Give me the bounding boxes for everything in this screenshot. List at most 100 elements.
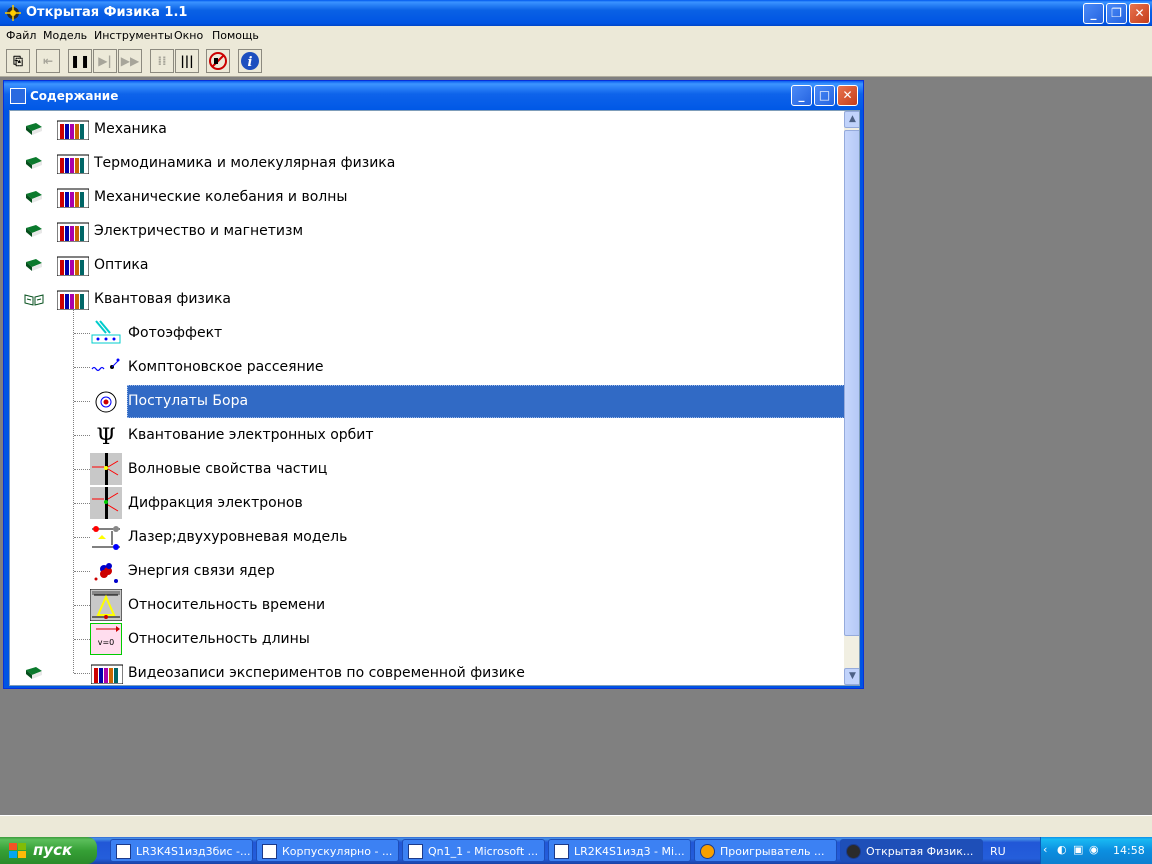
tree-item-quantum[interactable]: Квантовая физика — [10, 282, 844, 316]
app-title: Открытая Физика 1.1 — [26, 5, 188, 20]
tray-expand-icon[interactable]: ‹ — [1043, 843, 1047, 856]
tree-item-label: Относительность длины — [128, 631, 310, 647]
closed-book-icon — [26, 191, 42, 203]
minimize-button[interactable]: _ — [1083, 3, 1104, 24]
menu-tools[interactable]: Инструменты — [94, 29, 173, 42]
info-tool-button[interactable]: i — [238, 49, 262, 73]
door-icon: ⎘ — [13, 54, 23, 68]
app-titlebar[interactable]: Открытая Физика 1.1 _ ❐ ✕ — [0, 0, 1152, 26]
tool-button-6[interactable]: ⁞⁞ — [150, 49, 174, 73]
tree-item-label: Лазер;двухуровневая модель — [128, 529, 348, 545]
closed-book-icon — [26, 667, 42, 679]
tree-item-label: Электричество и магнетизм — [94, 223, 304, 239]
tree-line — [74, 639, 90, 640]
tree-item-label: Постулаты Бора — [128, 393, 249, 409]
tree-item-label: Термодинамика и молекулярная физика — [94, 155, 396, 171]
taskbar: пуск LR3K4S1изд3бис -... Корпускулярно -… — [0, 837, 1152, 864]
taskbar-item-label: Открытая Физик... — [866, 845, 974, 858]
step-back-tool-button[interactable]: ⇤ — [36, 49, 60, 73]
minimize-icon: _ — [1090, 6, 1097, 20]
scroll-thumb[interactable] — [844, 130, 859, 636]
tree-item-label: Оптика — [94, 257, 149, 273]
tree-subitem-photoeffect[interactable]: Фотоэффект — [10, 316, 844, 350]
restore-button[interactable]: ❐ — [1106, 3, 1127, 24]
contents-maximize-button[interactable]: □ — [814, 85, 835, 106]
scroll-up-button[interactable]: ▲ — [844, 111, 859, 128]
close-icon: ✕ — [1134, 6, 1145, 20]
tray-app-icon[interactable]: ◉ — [1089, 843, 1099, 856]
vertical-scrollbar[interactable]: ▲ ▼ — [844, 111, 859, 685]
tray-network-icon[interactable]: ▣ — [1073, 843, 1083, 856]
tree-subitem-compton[interactable]: Комптоновское рассеяние — [10, 350, 844, 384]
taskbar-item-1[interactable]: LR3K4S1изд3бис -... — [110, 839, 253, 862]
tree-item-optics[interactable]: Оптика — [10, 248, 844, 282]
close-button[interactable]: ✕ — [1129, 3, 1150, 24]
closed-book-icon — [26, 259, 42, 271]
bookshelf-icon — [57, 290, 89, 310]
bookshelf-icon — [91, 664, 123, 684]
menu-window[interactable]: Окно — [174, 29, 203, 42]
tray-volume-icon[interactable]: ◐ — [1057, 843, 1067, 856]
taskbar-item-3[interactable]: Qn1_1 - Microsoft ... — [402, 839, 545, 862]
svg-text:i: i — [248, 55, 253, 70]
menu-file[interactable]: Файл — [6, 29, 36, 42]
tree-subitem-length-relativity[interactable]: v=0 Относительность длины — [10, 622, 844, 656]
language-indicator[interactable]: RU — [990, 845, 1006, 858]
word-doc-icon — [554, 844, 569, 859]
taskbar-item-5[interactable]: Проигрыватель ... — [694, 839, 837, 862]
contents-title: Содержание — [30, 89, 119, 103]
tree-subitem-wave-properties[interactable]: Волновые свойства частиц — [10, 452, 844, 486]
tree-line — [74, 469, 90, 470]
contents-minimize-button[interactable]: _ — [791, 85, 812, 106]
tree-line — [74, 605, 90, 606]
tree-item-videos[interactable]: Видеозаписи экспериментов по современной… — [10, 656, 844, 685]
scroll-down-button[interactable]: ▼ — [844, 668, 859, 685]
taskbar-item-label: Проигрыватель ... — [720, 845, 825, 858]
tree-subitem-time-relativity[interactable]: Относительность времени — [10, 588, 844, 622]
step-forward-icon: ▶| — [98, 54, 112, 68]
tree-line — [74, 333, 90, 334]
tool-button-7[interactable]: ||| — [175, 49, 199, 73]
contents-window-icon — [10, 88, 26, 104]
exit-tool-button[interactable]: ⎘ — [6, 49, 30, 73]
tree-line — [74, 673, 90, 674]
tree-item-thermodynamics[interactable]: Термодинамика и молекулярная физика — [10, 146, 844, 180]
sound-off-tool-button[interactable] — [206, 49, 230, 73]
contents-window: Содержание _ □ ✕ Механика Термодинамика … — [3, 80, 864, 689]
step-forward-tool-button[interactable]: ▶| — [93, 49, 117, 73]
tree-item-label: Энергия связи ядер — [128, 563, 275, 579]
tree-subitem-laser[interactable]: Лазер;двухуровневая модель — [10, 520, 844, 554]
tree-subitem-binding-energy[interactable]: Энергия связи ядер — [10, 554, 844, 588]
tree-item-label: Фотоэффект — [128, 325, 223, 341]
contents-titlebar[interactable]: Содержание _ □ ✕ — [4, 81, 863, 110]
fast-forward-icon: ▶▶ — [120, 54, 140, 68]
taskbar-item-4[interactable]: LR2K4S1изд3 - Mi... — [548, 839, 691, 862]
svg-text:v=0: v=0 — [98, 638, 115, 647]
menu-help[interactable]: Помощь — [212, 29, 259, 42]
menu-model[interactable]: Модель — [43, 29, 87, 42]
minimize-icon: _ — [798, 88, 805, 102]
time-relativity-icon — [90, 589, 122, 621]
pause-tool-button[interactable]: ❚❚ — [68, 49, 92, 73]
bookshelf-icon — [57, 222, 89, 242]
contents-close-button[interactable]: ✕ — [837, 85, 858, 106]
tree-item-label: Видеозаписи экспериментов по современной… — [128, 665, 525, 681]
tree-item-mechanics[interactable]: Механика — [10, 112, 844, 146]
contents-tree[interactable]: Механика Термодинамика и молекулярная фи… — [9, 110, 860, 686]
taskbar-item-label: Корпускулярно - ... — [282, 845, 393, 858]
tree-item-oscillations[interactable]: Механические колебания и волны — [10, 180, 844, 214]
tree-subitem-bohr[interactable]: Постулаты Бора — [10, 384, 845, 418]
tree-subitem-orbit-quantization[interactable]: Ψ Квантование электронных орбит — [10, 418, 844, 452]
tree-item-electricity[interactable]: Электричество и магнетизм — [10, 214, 844, 248]
taskbar-item-6[interactable]: Открытая Физик... — [840, 839, 983, 862]
start-button[interactable]: пуск — [0, 837, 97, 864]
clock: 14:58 — [1113, 844, 1145, 857]
tree-item-label: Волновые свойства частиц — [128, 461, 328, 477]
tree-subitem-electron-diffraction[interactable]: Дифракция электронов — [10, 486, 844, 520]
fast-forward-tool-button[interactable]: ▶▶ — [118, 49, 142, 73]
taskbar-item-2[interactable]: Корпускулярно - ... — [256, 839, 399, 862]
chevron-down-icon: ▼ — [849, 671, 856, 681]
bars-icon: ||| — [180, 54, 194, 68]
word-doc-icon — [116, 844, 131, 859]
windows-logo-icon — [9, 843, 26, 858]
